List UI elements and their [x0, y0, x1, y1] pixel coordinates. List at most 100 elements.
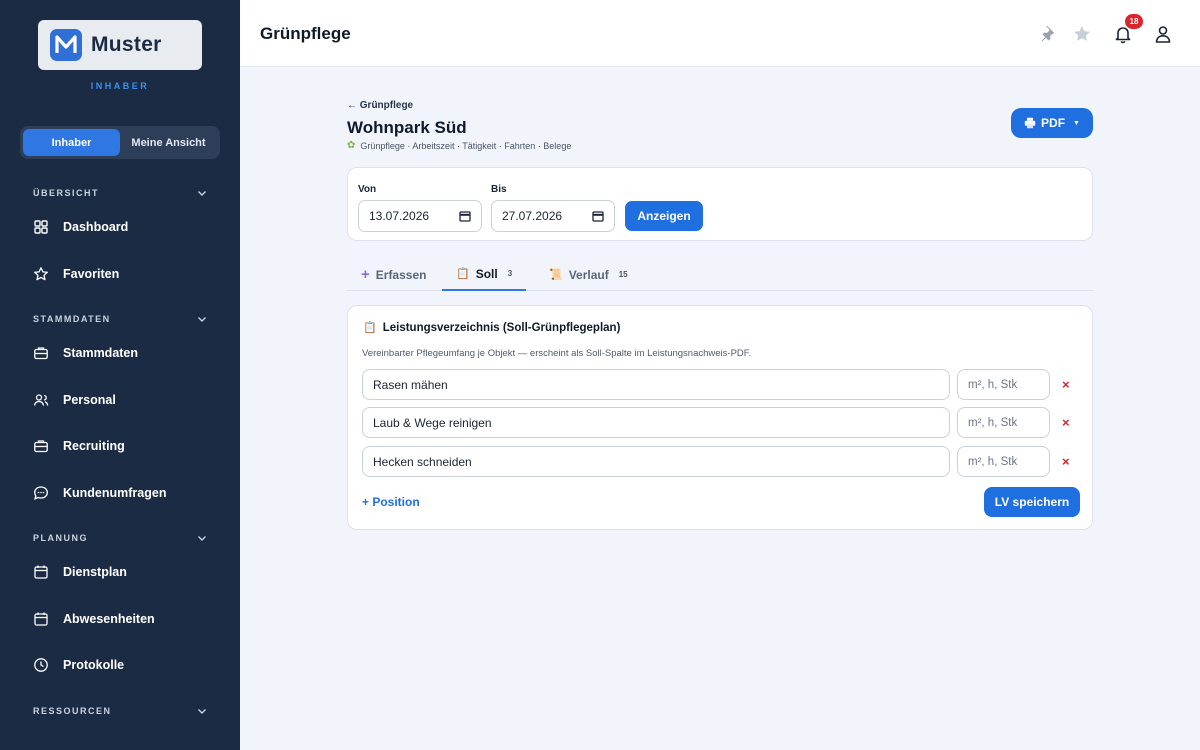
- section-stammdaten[interactable]: STAMMDATEN: [33, 312, 209, 326]
- section-stammdaten-label: STAMMDATEN: [33, 314, 111, 324]
- sidebar-item-favoriten[interactable]: Favoriten: [33, 266, 119, 282]
- sidebar-item-label: Dienstplan: [63, 565, 127, 579]
- sidebar: Muster INHABER Inhaber Meine Ansicht ÜBE…: [0, 0, 240, 750]
- section-planung-label: PLANUNG: [33, 533, 88, 543]
- chat-bubble-icon: [33, 486, 48, 500]
- page-header-title: Grünpflege: [260, 24, 351, 43]
- save-lv-button[interactable]: LV speichern: [984, 487, 1080, 517]
- section-planung[interactable]: PLANUNG: [33, 531, 209, 545]
- toggle-inhaber[interactable]: Inhaber: [23, 129, 120, 156]
- page-title: Wohnpark Süd: [347, 118, 467, 137]
- logo-mark-icon: [50, 29, 82, 61]
- clipboard-icon: 📋: [456, 268, 470, 280]
- clock-icon: [34, 658, 48, 672]
- to-date-value: 27.07.2026: [502, 209, 563, 223]
- people-icon: [33, 394, 49, 406]
- section-uebersicht-label: ÜBERSICHT: [33, 188, 100, 198]
- from-date-input[interactable]: 13.07.2026: [358, 200, 482, 232]
- show-button[interactable]: Anzeigen: [625, 201, 703, 231]
- briefcase-icon: [34, 440, 48, 453]
- pin-icon[interactable]: [1039, 24, 1059, 44]
- tab-soll-count: 3: [507, 269, 513, 278]
- lv-title-text: Leistungsverzeichnis (Soll-Grünpflegepla…: [382, 321, 621, 334]
- position-unit-input[interactable]: m², h, Stk: [957, 407, 1050, 438]
- position-unit-input[interactable]: m², h, Stk: [957, 369, 1050, 400]
- breadcrumb-text: Grünpflege · Arbeitszeit · Tätigkeit · F…: [360, 140, 572, 151]
- chevron-down-icon: [198, 317, 206, 322]
- calendar-icon: [34, 565, 48, 579]
- clipboard-icon: 📋: [363, 322, 377, 334]
- tab-verlauf[interactable]: 📜 Verlauf 15: [549, 258, 628, 291]
- briefcase-icon: [34, 347, 48, 360]
- sidebar-item-abwesenheiten[interactable]: Abwesenheiten: [33, 611, 155, 627]
- add-position-link[interactable]: + Position: [362, 495, 420, 509]
- view-toggle: Inhaber Meine Ansicht: [20, 126, 220, 159]
- chevron-down-icon: [198, 191, 206, 196]
- delete-position-icon[interactable]: ×: [1062, 454, 1070, 469]
- sidebar-item-dashboard[interactable]: Dashboard: [33, 219, 128, 235]
- role-label: INHABER: [90, 81, 150, 91]
- sidebar-item-stammdaten[interactable]: Stammdaten: [33, 345, 138, 361]
- delete-position-icon[interactable]: ×: [1062, 377, 1070, 392]
- logo[interactable]: Muster: [38, 20, 202, 70]
- sidebar-item-recruiting[interactable]: Recruiting: [33, 438, 125, 454]
- from-label: Von: [358, 184, 377, 195]
- sidebar-item-personal[interactable]: Personal: [33, 392, 116, 408]
- lv-description: Vereinbarter Pflegeumfang je Objekt — er…: [362, 348, 752, 359]
- sidebar-item-kundenumfragen[interactable]: Kundenumfragen: [33, 485, 166, 501]
- calendar-icon[interactable]: [459, 210, 471, 222]
- notification-badge: 18: [1125, 14, 1143, 29]
- star-icon: [34, 267, 48, 281]
- chevron-down-icon: [198, 709, 206, 714]
- section-ressourcen-label: RESSOURCEN: [33, 706, 112, 716]
- from-date-value: 13.07.2026: [369, 209, 430, 223]
- back-link[interactable]: ← Grünpflege: [347, 100, 413, 111]
- breadcrumb: ✿ Grünpflege · Arbeitszeit · Tätigkeit ·…: [347, 140, 571, 151]
- pdf-button-label: PDF: [1041, 116, 1066, 130]
- top-bar: Grünpflege 18: [240, 0, 1200, 67]
- tab-bar: + Erfassen 📋 Soll 3 📜 Verlauf 15: [347, 258, 1093, 291]
- sidebar-item-label: Recruiting: [63, 439, 125, 453]
- delete-position-icon[interactable]: ×: [1062, 415, 1070, 430]
- to-date-input[interactable]: 27.07.2026: [491, 200, 615, 232]
- sidebar-item-label: Favoriten: [63, 267, 120, 281]
- caret-down-icon: ▼: [1073, 119, 1080, 127]
- sidebar-item-label: Kundenumfragen: [63, 486, 167, 500]
- to-label: Bis: [491, 184, 507, 195]
- tab-soll-label: Soll: [475, 266, 498, 281]
- printer-icon: [1024, 117, 1036, 129]
- calendar-icon: [34, 612, 48, 626]
- date-filter-card: Von 13.07.2026 Bis 27.07.2026 Anzeigen: [347, 167, 1093, 241]
- tab-erfassen-label: Erfassen: [375, 267, 427, 282]
- lv-title: 📋 Leistungsverzeichnis (Soll-Grünpflegep…: [363, 321, 621, 335]
- plus-icon: +: [361, 266, 370, 283]
- sidebar-item-label: Stammdaten: [63, 346, 139, 360]
- toggle-meine-ansicht[interactable]: Meine Ansicht: [120, 129, 217, 156]
- leaf-icon: ✿: [347, 140, 356, 151]
- sidebar-item-dienstplan[interactable]: Dienstplan: [33, 564, 127, 580]
- tab-verlauf-label: Verlauf: [568, 267, 609, 282]
- section-uebersicht[interactable]: ÜBERSICHT: [33, 186, 209, 200]
- logo-text: Muster: [91, 33, 162, 56]
- position-unit-input[interactable]: m², h, Stk: [957, 446, 1050, 477]
- chevron-down-icon: [198, 536, 206, 541]
- user-icon[interactable]: [1153, 24, 1173, 44]
- position-name-input[interactable]: Laub & Wege reinigen: [362, 407, 950, 438]
- sidebar-item-label: Abwesenheiten: [63, 612, 155, 626]
- sidebar-item-label: Dashboard: [63, 220, 129, 234]
- position-name-input[interactable]: Hecken schneiden: [362, 446, 950, 477]
- scroll-icon: 📜: [549, 269, 563, 281]
- section-ressourcen[interactable]: RESSOURCEN: [33, 704, 209, 718]
- position-name-input[interactable]: Rasen mähen: [362, 369, 950, 400]
- tab-verlauf-count: 15: [618, 270, 628, 279]
- tab-soll[interactable]: 📋 Soll 3: [442, 258, 527, 291]
- star-icon[interactable]: [1072, 24, 1092, 44]
- calendar-icon[interactable]: [592, 210, 604, 222]
- lv-card: 📋 Leistungsverzeichnis (Soll-Grünpflegep…: [347, 305, 1093, 530]
- sidebar-item-label: Protokolle: [63, 658, 125, 672]
- sidebar-item-label: Personal: [63, 393, 116, 407]
- grid-icon: [34, 220, 48, 234]
- tab-erfassen[interactable]: + Erfassen: [361, 258, 426, 291]
- pdf-button[interactable]: PDF ▼: [1011, 108, 1093, 138]
- sidebar-item-protokolle[interactable]: Protokolle: [33, 657, 124, 673]
